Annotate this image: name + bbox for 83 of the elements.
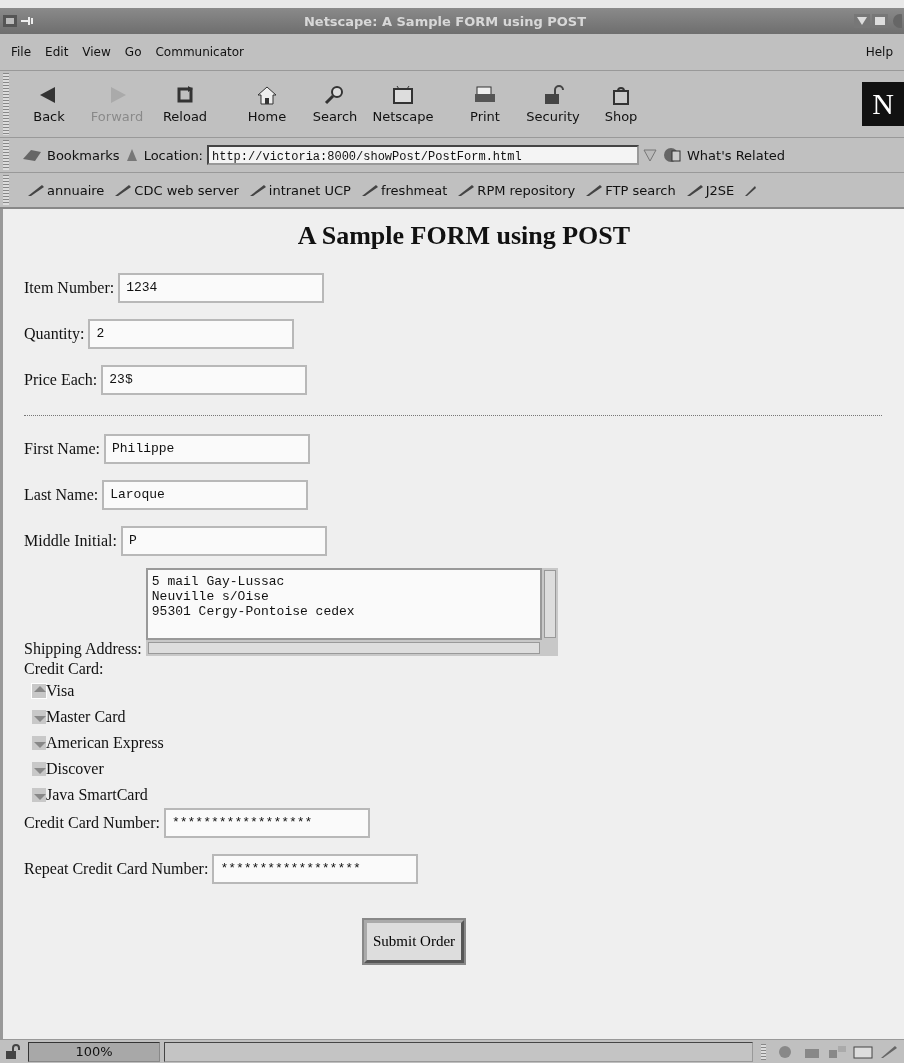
radio-label: Master Card [46,708,126,726]
field-label: Shipping Address: [24,640,142,658]
menu-item[interactable]: Go [117,45,149,59]
input-field[interactable]: ****************** [212,854,419,884]
radio-button[interactable] [32,684,46,698]
address-field[interactable]: 5 mail Gay-Lussac Neuville s/Oise 95301 Cergy-Pontoise cedex [145,568,542,640]
radio-label: Visa [46,682,75,700]
bookmark-link[interactable]: annuaire [27,182,105,198]
house-icon [255,84,279,105]
input-field[interactable]: 23$ [101,365,308,395]
address-card-icon[interactable] [852,1043,874,1060]
bookmarks-button[interactable]: Bookmarks [47,147,120,163]
field-label: Middle Initial: [24,532,117,550]
field-label: Repeat Credit Card Number: [24,860,209,878]
bookmark-link[interactable]: RPM repository [457,182,576,198]
toolbar-grip[interactable] [761,1043,766,1060]
toolbar-grip[interactable] [3,73,9,135]
field-label: Quantity: [24,325,85,343]
field-label: Last Name: [24,486,99,504]
horizontal-scrollbar[interactable] [147,642,540,654]
menu-item[interactable]: View [75,45,118,59]
logo[interactable]: N [862,82,904,126]
field-label: First Name: [24,440,100,458]
toolbar-button[interactable]: Home [233,82,301,126]
radio-button[interactable] [32,736,46,750]
pen-icon [685,183,704,197]
pen-icon [27,183,45,197]
window-menu-icon[interactable] [2,14,18,28]
monitor-icon [391,84,415,105]
maximize-icon[interactable] [872,14,888,28]
vertical-scrollbar[interactable] [543,570,556,638]
pen-icon [248,183,267,197]
menu-item[interactable]: File [4,45,39,59]
whats-related-button[interactable]: What's Related [687,147,786,163]
bookmark-link[interactable]: FTP search [585,182,676,198]
progress-field: 100% [28,1041,160,1062]
toolbar-grip[interactable] [3,175,9,205]
field-label: Item Number: [24,279,115,297]
radio-button[interactable] [32,710,46,724]
field-label: Credit Card: [24,660,104,678]
pin-icon[interactable] [20,14,36,28]
input-field[interactable]: 2 [88,319,295,349]
pen-icon [585,183,604,197]
globe-icon [661,146,683,164]
field-label: Credit Card Number: [24,814,160,832]
input-field[interactable]: 1234 [118,273,325,303]
printer-icon [473,84,497,105]
toolbar-button[interactable]: Reload [151,82,219,126]
window-title: Netscape: A Sample FORM using POST [302,13,588,29]
location-label: Location: [143,147,203,163]
input-field[interactable]: ****************** [163,808,370,838]
input-field[interactable]: Philippe [104,434,310,464]
menu-item[interactable]: Help [858,45,900,59]
toolbar-button[interactable]: Netscape [369,82,437,126]
toolbar-button[interactable]: Search [301,82,369,126]
pen-icon [360,183,379,197]
radio-button[interactable] [32,788,46,802]
bookmark-link[interactable]: intranet UCP [248,182,351,198]
page-heading: A Sample FORM using POST [297,221,631,251]
pen-icon [457,183,476,197]
bookmark-link[interactable]: freshmeat [360,182,448,198]
radio-label: Java SmartCard [46,786,148,804]
toolbar-button[interactable]: Shop [587,82,655,126]
bookmark-link[interactable]: J2SE [685,182,735,198]
close-icon[interactable] [890,14,902,28]
submit-button[interactable]: Submit Order [363,920,465,963]
bookmark-link[interactable]: CDC web server [114,182,239,198]
field-label: Price Each: [24,371,98,389]
toolbar-button[interactable]: Security [519,82,587,126]
input-field[interactable]: Laroque [102,480,309,510]
toolbar-button[interactable]: Print [451,82,519,126]
input-field[interactable]: P [120,526,327,556]
menu-item[interactable]: Edit [38,45,76,59]
radio-label: American Express [46,734,164,752]
url-field[interactable]: http://victoria:8000/showPost/PostForm.html [207,145,639,165]
toolbar-button[interactable]: Back [15,82,83,126]
minimize-icon[interactable] [854,14,870,28]
dropdown-arrow-icon[interactable] [643,147,657,163]
menu-item[interactable]: Communicator [148,45,252,59]
radio-button[interactable] [32,762,46,776]
pen-icon [114,183,133,197]
radio-label: Discover [46,760,104,778]
toolbar-grip[interactable] [3,140,9,170]
